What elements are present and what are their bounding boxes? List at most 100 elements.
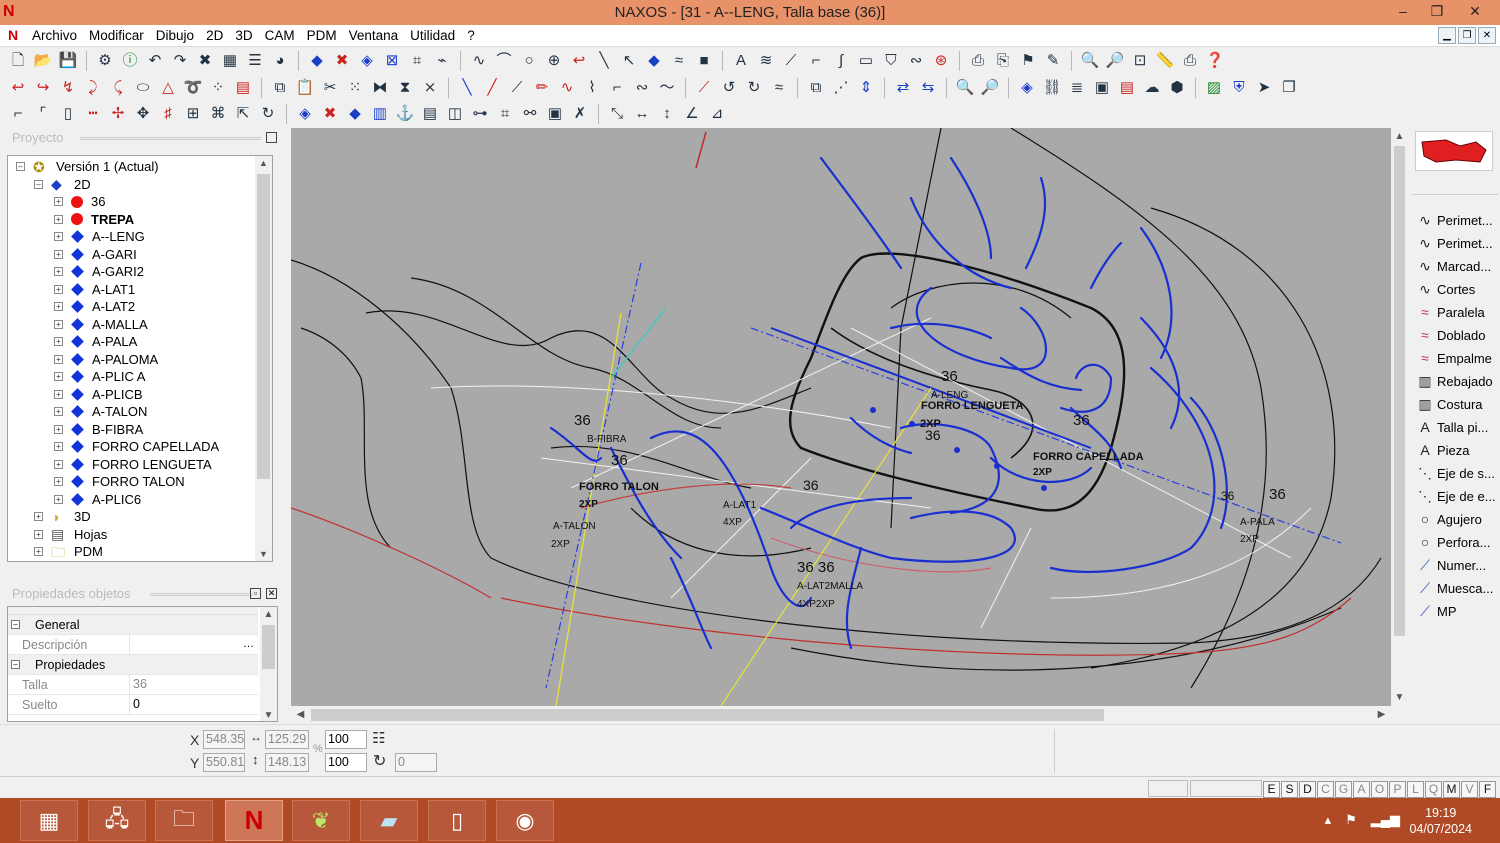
extend-curve-icon[interactable]: ⤹ — [108, 78, 128, 98]
wave-icon[interactable]: ≋ — [756, 51, 776, 71]
tool-item[interactable]: ≈ Empalme — [1416, 347, 1500, 369]
select-piece-icon[interactable]: ◆ — [307, 51, 327, 71]
status-key[interactable]: G — [1335, 781, 1352, 798]
tool-item[interactable]: ∿ Cortes — [1416, 278, 1500, 300]
tree-item[interactable]: – ✪ Versión 1 (Actual) — [16, 158, 159, 175]
ellipse-icon[interactable]: ⬭ — [133, 78, 153, 98]
design-app-icon[interactable]: ❦ — [292, 800, 350, 841]
vertical-measure-icon[interactable]: ↕ — [657, 104, 677, 124]
status-key[interactable]: C — [1317, 781, 1334, 798]
status-key[interactable]: A — [1353, 781, 1370, 798]
tool-item[interactable]: ○ Perfora... — [1416, 531, 1500, 553]
tree-item[interactable]: + 🗀 PDM — [34, 543, 103, 560]
marker-icon[interactable]: ⚑ — [1018, 51, 1038, 71]
ungroup-icon[interactable]: ✖ — [320, 104, 340, 124]
graph-icon[interactable]: ⌗ — [495, 104, 515, 124]
status-key[interactable]: Q — [1425, 781, 1442, 798]
scroll-up-icon[interactable]: ▲ — [1391, 131, 1408, 142]
brush-icon[interactable]: ⌁ — [432, 51, 452, 71]
tree-scrollbar[interactable]: ▲ ▼ — [255, 156, 272, 561]
pattern-edit-icon[interactable]: ⌘ — [208, 104, 228, 124]
minimize-button[interactable]: – — [1386, 0, 1420, 23]
scroll-left-icon[interactable]: ◀ — [292, 709, 309, 720]
restore-icon[interactable]: ▫ — [250, 588, 261, 599]
pointer-icon[interactable]: ⇱ — [233, 104, 253, 124]
delete-piece-icon[interactable]: ✖ — [332, 51, 352, 71]
tool-item[interactable]: ∿ Perimet... — [1416, 209, 1500, 231]
status-key[interactable]: L — [1407, 781, 1424, 798]
target-icon[interactable]: ⊛ — [931, 51, 951, 71]
collapse-icon[interactable]: – — [11, 620, 20, 629]
redo-icon[interactable]: ↷ — [170, 51, 190, 71]
ellipsis-button[interactable]: … — [243, 638, 254, 650]
x-mark-icon[interactable]: ✗ — [570, 104, 590, 124]
tool-item[interactable]: ∿ Perimet... — [1416, 232, 1500, 254]
tool-item[interactable]: ○ Agujero — [1416, 508, 1500, 530]
menu-archivo[interactable]: Archivo — [32, 28, 84, 43]
tree-item[interactable]: + B-FIBRA — [54, 421, 143, 438]
circle-icon[interactable]: ○ — [519, 51, 539, 71]
triangle-icon[interactable]: △ — [158, 78, 178, 98]
page-icon[interactable]: ▯ — [58, 104, 78, 124]
status-key[interactable]: S — [1281, 781, 1298, 798]
bucket-icon[interactable]: ⛉ — [881, 51, 901, 71]
rotation-field[interactable]: 0 — [395, 753, 437, 772]
expand-icon[interactable]: + — [54, 494, 63, 504]
line-red-icon[interactable]: ╱ — [482, 78, 502, 98]
scale-y-field[interactable]: 100 — [325, 753, 367, 772]
tree-item[interactable]: + A-LAT2 — [54, 298, 135, 315]
status-key[interactable]: V — [1461, 781, 1478, 798]
expand-icon[interactable]: + — [54, 442, 63, 451]
status-key[interactable]: O — [1371, 781, 1388, 798]
help-icon[interactable]: ❓ — [1205, 51, 1225, 71]
suelto-value[interactable]: 0 — [129, 695, 257, 714]
palette-icon[interactable]: ◕ — [270, 51, 290, 71]
file-explorer-icon[interactable]: 🗀 — [155, 800, 213, 841]
tree-item[interactable]: + A-TALON — [54, 403, 147, 420]
expand-icon[interactable]: + — [34, 512, 43, 521]
mdi-restore-button[interactable]: ❐ — [1458, 27, 1476, 44]
node-edit-icon[interactable]: ↖ — [619, 51, 639, 71]
zigzag-icon[interactable]: ⌇ — [582, 78, 602, 98]
crosshair-icon[interactable]: ⊕ — [544, 51, 564, 71]
dash-line-icon[interactable]: ⟋ — [507, 78, 527, 98]
rectangle-icon[interactable]: ▭ — [856, 51, 876, 71]
hook-icon[interactable]: ⌐ — [806, 51, 826, 71]
status-key[interactable]: M — [1443, 781, 1460, 798]
new-file-icon[interactable]: 🗋 — [8, 51, 28, 71]
tool-item[interactable]: ≈ Paralela — [1416, 301, 1500, 323]
tool-item[interactable]: A Talla pi... — [1416, 416, 1500, 438]
text-icon[interactable]: A — [731, 51, 751, 71]
layout-icon[interactable]: ▤ — [1117, 78, 1137, 98]
columns-icon[interactable]: ◫ — [445, 104, 465, 124]
undo-icon[interactable]: ↶ — [145, 51, 165, 71]
expand-icon[interactable]: + — [34, 529, 43, 539]
line-icon[interactable]: ╲ — [594, 51, 614, 71]
menu-3d[interactable]: 3D — [235, 28, 259, 43]
bezier-icon[interactable]: ∫ — [831, 51, 851, 71]
insert-icon[interactable]: ⊞ — [183, 104, 203, 124]
tree-item[interactable]: + A-PLIC A — [54, 368, 145, 385]
tool-item[interactable]: ▥ Rebajado — [1416, 370, 1500, 392]
highlight-icon[interactable]: ✎ — [1043, 51, 1063, 71]
tree-item[interactable]: + FORRO LENGUETA — [54, 456, 212, 473]
naxos-icon[interactable]: N — [225, 800, 283, 841]
expand-icon[interactable]: + — [54, 214, 63, 224]
import-icon[interactable]: ⎘ — [993, 51, 1013, 71]
shield-icon[interactable]: ⛨ — [1229, 78, 1249, 98]
dimension-icon[interactable]: ┅ — [83, 104, 103, 124]
select-all-icon[interactable]: ◆ — [345, 104, 365, 124]
canvas-horizontal-scrollbar[interactable]: ◀ ▶ — [291, 706, 1391, 724]
tool-item[interactable]: ⋱ Eje de s... — [1416, 462, 1500, 484]
info-icon[interactable]: ⓘ — [120, 51, 140, 71]
mirror-h-icon[interactable]: ⧓ — [370, 78, 390, 98]
zoom-out-icon[interactable]: 🔎 — [1105, 51, 1125, 71]
menu-dibujo[interactable]: Dibujo — [156, 28, 201, 43]
scissors-icon[interactable]: ✂ — [320, 78, 340, 98]
clock[interactable]: 19:19 04/07/2024 — [1409, 805, 1472, 837]
expand-icon[interactable]: + — [54, 249, 63, 259]
step-icon[interactable]: ⌐ — [607, 78, 627, 98]
angle-icon[interactable]: ∠ — [682, 104, 702, 124]
expand-icon[interactable]: + — [54, 232, 63, 241]
group-icon[interactable]: ◈ — [295, 104, 315, 124]
